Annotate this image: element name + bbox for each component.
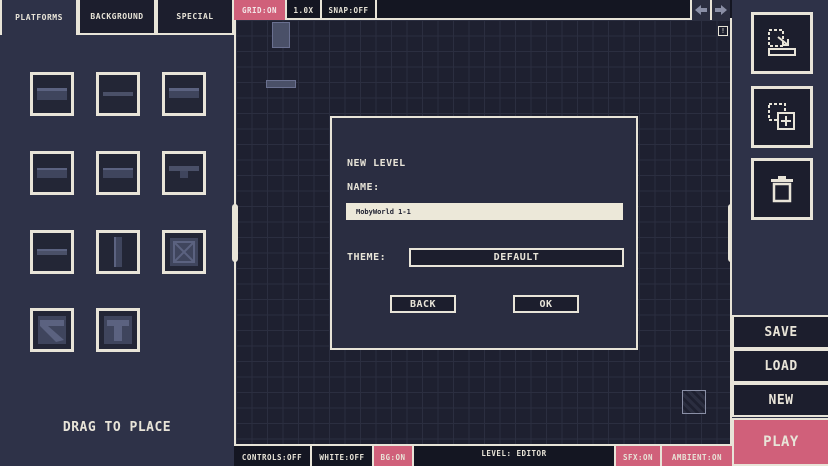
sfx-toggle[interactable]: SFX:ON [614, 446, 662, 466]
canvas-platform-tile[interactable] [266, 80, 296, 88]
platform-flat-icon [37, 88, 67, 100]
level-label: LEVEL: EDITOR [481, 449, 547, 458]
tab-background[interactable]: BACKGROUND [78, 0, 156, 35]
name-label: NAME: [347, 182, 380, 193]
canvas-selection-marker[interactable] [682, 390, 706, 414]
platform-cap-icon [169, 88, 199, 98]
controls-toggle[interactable]: CONTROLS:OFF [234, 446, 312, 466]
ramp-icon [38, 316, 66, 344]
platform-tile-6[interactable] [162, 151, 206, 195]
platform-tile-11[interactable] [96, 308, 140, 352]
import-button[interactable] [751, 12, 813, 74]
zoom-level[interactable]: 1.0X [287, 0, 322, 20]
snap-toggle[interactable]: SNAP:OFF [322, 0, 377, 20]
back-button[interactable]: BACK [390, 295, 456, 313]
dialog-title: NEW LEVEL [347, 158, 406, 169]
add-object-button[interactable] [751, 86, 813, 148]
t-block-icon [104, 316, 132, 344]
arrow-right-icon[interactable] [710, 0, 730, 20]
bg-toggle[interactable]: BG:ON [374, 446, 414, 466]
platform-tile-8[interactable] [96, 230, 140, 274]
left-resize-handle[interactable] [232, 204, 238, 262]
editor-bottom-bar: CONTROLS:OFF WHITE:OFF BG:ON LEVEL: EDIT… [234, 444, 732, 466]
add-selection-icon [768, 103, 795, 130]
new-button[interactable]: NEW [732, 383, 828, 417]
tab-special[interactable]: SPECIAL [156, 0, 234, 35]
platform-drop-icon [169, 166, 199, 178]
action-panel: SAVE LOAD NEW PLAY [732, 0, 828, 466]
platform-tile-4[interactable] [30, 151, 74, 195]
platform-tile-7[interactable] [30, 230, 74, 274]
platform-tile-1[interactable] [30, 72, 74, 116]
new-level-dialog: NEW LEVEL NAME: THEME: DEFAULT BACK OK [330, 116, 638, 350]
play-button[interactable]: PLAY [732, 418, 828, 466]
drag-hint-text: DRAG TO PLACE [62, 420, 172, 435]
platform-tile-2[interactable] [96, 72, 140, 116]
tile-palette-panel: PLATFORMS BACKGROUND SPECIAL DRAG TO PLA… [0, 0, 234, 466]
trash-icon [771, 176, 793, 203]
crate-icon [170, 238, 198, 266]
platform-tile-5[interactable] [96, 151, 140, 195]
platform-mid-icon [103, 168, 133, 178]
theme-select[interactable]: DEFAULT [409, 248, 624, 267]
platform-tile-9[interactable] [162, 230, 206, 274]
editor-top-bar: GRID:ON 1.0X SNAP:OFF [234, 0, 732, 20]
canvas-vertical-tile[interactable] [272, 22, 290, 48]
theme-label: THEME: [347, 252, 387, 263]
ok-button[interactable]: OK [513, 295, 579, 313]
load-button[interactable]: LOAD [732, 349, 828, 383]
platform-tile-3[interactable] [162, 72, 206, 116]
platform-thin-icon [103, 92, 133, 96]
arrow-left-icon[interactable] [690, 0, 710, 20]
platform-bar-icon [37, 249, 67, 255]
level-name-input[interactable] [346, 203, 623, 220]
platform-vertical-icon [114, 237, 122, 267]
delete-button[interactable] [751, 158, 813, 220]
tab-platforms[interactable]: PLATFORMS [0, 0, 78, 35]
import-level-icon [768, 29, 796, 56]
platform-block-icon [37, 168, 67, 178]
white-toggle[interactable]: WHITE:OFF [312, 446, 374, 466]
platform-tile-10[interactable] [30, 308, 74, 352]
info-icon[interactable]: ! [718, 26, 728, 36]
grid-toggle[interactable]: GRID:ON [234, 0, 287, 20]
ambient-toggle[interactable]: AMBIENT:ON [662, 446, 732, 466]
save-button[interactable]: SAVE [732, 315, 828, 349]
